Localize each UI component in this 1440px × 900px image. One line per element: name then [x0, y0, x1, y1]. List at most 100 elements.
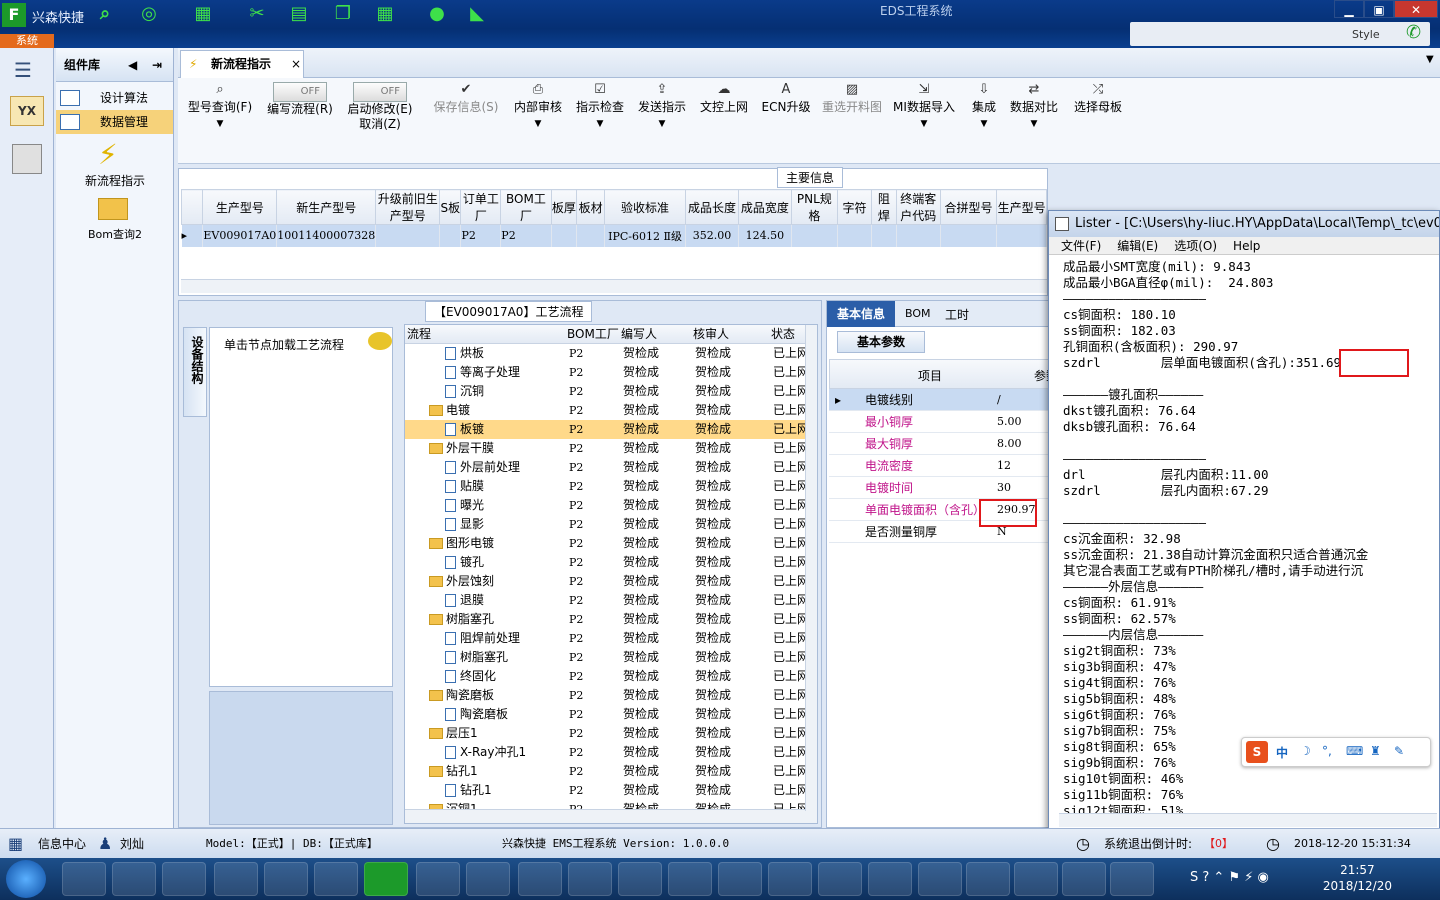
- param-row[interactable]: 最小铜厚 5.00: [829, 411, 1049, 433]
- param-value[interactable]: 5.00: [997, 411, 1022, 433]
- wrench-icon[interactable]: ✎: [1394, 744, 1404, 758]
- param-row[interactable]: 电镀时间 30: [829, 477, 1049, 499]
- column-header[interactable]: 生产型号: [996, 189, 1047, 225]
- column-header[interactable]: 终端客户代码: [895, 189, 941, 225]
- tree-column-header[interactable]: 核审人: [693, 325, 729, 344]
- taskbar-app-icon[interactable]: [62, 862, 106, 896]
- column-header[interactable]: 成品宽度: [737, 189, 792, 225]
- tree-row[interactable]: 外层蚀刻 P2 贺检成 贺检成 已上网: [405, 572, 817, 591]
- column-header[interactable]: 成品长度: [685, 189, 739, 225]
- column-header[interactable]: S板: [439, 189, 462, 225]
- tree-row[interactable]: 贴膜 P2 贺检成 贺检成 已上网: [405, 477, 817, 496]
- hamburger-icon[interactable]: ☰: [14, 58, 32, 82]
- taskbar-save-icon[interactable]: [264, 862, 308, 896]
- shirt-icon[interactable]: ♜: [1370, 744, 1381, 758]
- column-header[interactable]: 板材: [576, 189, 605, 225]
- tree-row[interactable]: 陶瓷磨板 P2 贺检成 贺检成 已上网: [405, 705, 817, 724]
- ecn-upgrade-button[interactable]: A ECN升级: [758, 82, 814, 160]
- taskbar-window-icon[interactable]: [818, 862, 862, 896]
- style-label[interactable]: Style: [1352, 28, 1380, 41]
- column-header[interactable]: 合拼型号: [939, 189, 998, 225]
- taskbar-window-icon[interactable]: [718, 862, 762, 896]
- column-header[interactable]: 生产型号: [202, 189, 278, 225]
- tree-row[interactable]: 退膜 P2 贺检成 贺检成 已上网: [405, 591, 817, 610]
- tool-new-flow-label[interactable]: 新流程指示: [56, 172, 174, 189]
- tree-row[interactable]: 图形电镀 P2 贺检成 贺检成 已上网: [405, 534, 817, 553]
- tab-hours[interactable]: 工时: [945, 306, 969, 323]
- lister-menu-item[interactable]: 编辑(E): [1117, 239, 1158, 253]
- collapse-left-icon[interactable]: ◀: [128, 48, 137, 82]
- mi-data-import-button[interactable]: ⇲ MI数据导入 ▼: [892, 82, 956, 160]
- taskbar-window-icon[interactable]: [768, 862, 812, 896]
- copy-icon[interactable]: ❐: [330, 2, 356, 26]
- table-row[interactable]: ▸ EV009017A0 10011400007328 P2 P2 IPC-6012 Ⅱ级…: [181, 224, 1047, 247]
- publish-online-button[interactable]: ☁ 文控上网: [696, 82, 752, 160]
- lister-menu-item[interactable]: 文件(F): [1061, 239, 1101, 253]
- calculator-icon[interactable]: [12, 144, 42, 174]
- taskbar-window-icon[interactable]: [668, 862, 712, 896]
- grid-icon[interactable]: ▦: [372, 2, 398, 26]
- side-tab-equipment[interactable]: 设备结构: [183, 327, 207, 417]
- reselect-cut-drawing-button[interactable]: ▨ 重选开料图: [818, 82, 886, 160]
- tree-column-header[interactable]: 状态: [771, 325, 795, 344]
- tree-column-header[interactable]: 流程: [407, 325, 431, 344]
- tree-horizontal-scrollbar[interactable]: [405, 809, 817, 823]
- tree-row[interactable]: 外层前处理 P2 贺检成 贺检成 已上网: [405, 458, 817, 477]
- pin-icon[interactable]: ⇥: [152, 48, 162, 82]
- minimize-button[interactable]: ▁: [1334, 0, 1364, 18]
- select-mother-board-button[interactable]: ⤮ 选择母板: [1070, 82, 1126, 160]
- system-menu[interactable]: 系统: [0, 34, 54, 48]
- scissors-icon[interactable]: ✂: [244, 2, 270, 26]
- search-icon[interactable]: ⌕: [92, 2, 118, 26]
- taskbar-app-icon[interactable]: [466, 862, 510, 896]
- tree-row[interactable]: 电镀 P2 贺检成 贺检成 已上网: [405, 401, 817, 420]
- tree-row[interactable]: 树脂塞孔 P2 贺检成 贺检成 已上网: [405, 648, 817, 667]
- taskbar-app-icon[interactable]: [162, 862, 206, 896]
- data-compare-button[interactable]: ⇄ 数据对比 ▼: [1008, 82, 1060, 160]
- cancel-label[interactable]: 取消(Z): [359, 117, 401, 131]
- tree-row[interactable]: 镀孔 P2 贺检成 贺检成 已上网: [405, 553, 817, 572]
- tree-row[interactable]: 钻孔1 P2 贺检成 贺检成 已上网: [405, 781, 817, 800]
- folder-icon[interactable]: [98, 198, 128, 220]
- taskbar-app-icon[interactable]: [112, 862, 156, 896]
- punctuation-icon[interactable]: °,: [1322, 744, 1332, 758]
- taskbar-window-icon[interactable]: [618, 862, 662, 896]
- tree-row[interactable]: 钻孔1 P2 贺检成 贺检成 已上网: [405, 762, 817, 781]
- send-instruction-button[interactable]: ⇪ 发送指示 ▼: [634, 82, 690, 160]
- start-modify-toggle[interactable]: OFF: [353, 82, 407, 102]
- user-icon[interactable]: ●: [424, 2, 450, 26]
- column-header[interactable]: 阻焊: [871, 189, 897, 225]
- tree-row[interactable]: 显影 P2 贺检成 贺检成 已上网: [405, 515, 817, 534]
- taskbar-app-icon[interactable]: [868, 862, 912, 896]
- library-item-data-management[interactable]: 数据管理: [56, 110, 173, 134]
- column-header[interactable]: PNL规格: [790, 189, 838, 225]
- taskbar-app-icon[interactable]: [314, 862, 358, 896]
- film-icon[interactable]: ▤: [286, 2, 312, 26]
- integrate-button[interactable]: ⇩ 集成 ▼: [964, 82, 1004, 160]
- tree-row[interactable]: 陶瓷磨板 P2 贺检成 贺检成 已上网: [405, 686, 817, 705]
- moon-icon[interactable]: ☽: [1300, 744, 1311, 758]
- taskbar-excel-icon[interactable]: [1014, 862, 1058, 896]
- taskbar-browser-icon[interactable]: [214, 862, 258, 896]
- tab-bom[interactable]: BOM: [905, 307, 931, 320]
- tree-column-header[interactable]: BOM工厂: [567, 325, 619, 344]
- tree-row[interactable]: 沉铜 P2 贺检成 贺检成 已上网: [405, 382, 817, 401]
- internal-review-button[interactable]: ⎙ 内部审核 ▼: [510, 82, 566, 160]
- param-row[interactable]: 最大铜厚 8.00: [829, 433, 1049, 455]
- lister-horizontal-scrollbar[interactable]: [1059, 813, 1437, 827]
- ime-toolbar[interactable]: S 中 ☽ °, ⌨ ♜ ✎: [1241, 737, 1431, 767]
- column-header[interactable]: BOM工厂: [500, 189, 552, 225]
- sogou-icon[interactable]: S: [1246, 741, 1268, 763]
- param-value[interactable]: 12: [997, 455, 1011, 477]
- lightning-icon[interactable]: ⚡: [98, 138, 118, 171]
- lister-menu-item[interactable]: 选项(O): [1174, 239, 1217, 253]
- column-header[interactable]: 新生产型号: [276, 189, 377, 225]
- chart-icon[interactable]: ◣: [464, 2, 490, 26]
- apps-grid-icon[interactable]: ▦: [8, 829, 23, 859]
- tree-row[interactable]: 终固化 P2 贺检成 贺检成 已上网: [405, 667, 817, 686]
- taskbar-eds-icon[interactable]: [364, 862, 408, 896]
- model-query-button[interactable]: ⌕ 型号查询(F) ▼: [184, 82, 256, 160]
- tray-icons[interactable]: S ? ⌃ ⚑ ⚡ ◉: [1190, 870, 1269, 885]
- taskbar-excel-icon[interactable]: [966, 862, 1010, 896]
- tab-basic-info[interactable]: 基本信息: [827, 301, 895, 327]
